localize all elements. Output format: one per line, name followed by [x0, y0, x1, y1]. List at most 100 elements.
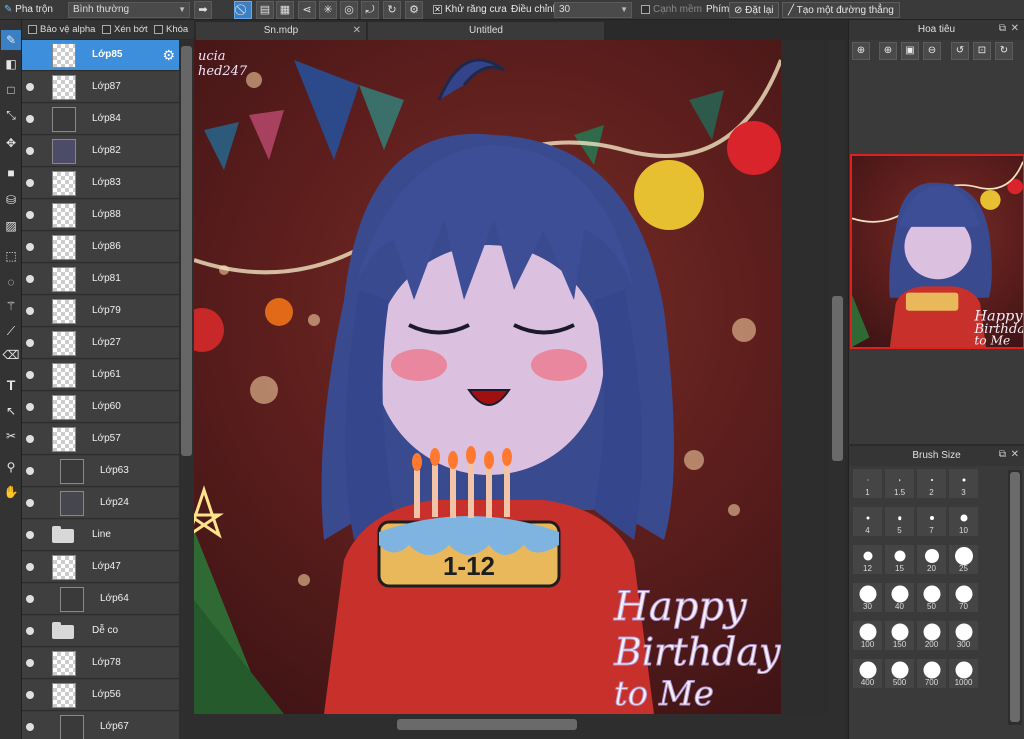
zoom-out-icon[interactable]: ⊖: [923, 42, 941, 60]
concentric-icon[interactable]: ◎: [340, 1, 358, 19]
layer-row[interactable]: Lớp27: [22, 328, 179, 359]
rectangle-tool-icon[interactable]: □: [1, 80, 21, 100]
brush-size-option[interactable]: 10: [948, 506, 979, 537]
rotate-left-icon[interactable]: ↺: [951, 42, 969, 60]
visibility-eye-icon[interactable]: [26, 307, 34, 315]
soft-edge-toggle[interactable]: Cạnh mềm: [641, 2, 702, 18]
brush-size-option[interactable]: 25: [948, 544, 979, 575]
visibility-eye-icon[interactable]: [26, 595, 34, 603]
layer-row[interactable]: Lớp47: [22, 552, 179, 583]
close-icon[interactable]: ✕: [1011, 23, 1019, 34]
zoom-in-icon[interactable]: ⊕: [879, 42, 897, 60]
visibility-eye-icon[interactable]: [26, 339, 34, 347]
layer-row[interactable]: Lớp87: [22, 72, 179, 103]
operation-tool-icon[interactable]: ↖: [1, 401, 21, 421]
brush-size-option[interactable]: 15: [884, 544, 915, 575]
visibility-eye-icon[interactable]: [26, 371, 34, 379]
brush-size-option[interactable]: 1000: [948, 658, 979, 689]
brush-size-option[interactable]: 12: [852, 544, 883, 575]
brush-size-option[interactable]: 200: [916, 620, 947, 651]
select-eraser-tool-icon[interactable]: ⌫: [1, 345, 21, 365]
layer-row[interactable]: Lớp82: [22, 136, 179, 167]
brush-tool-icon[interactable]: ✎: [1, 30, 21, 50]
brush-size-option[interactable]: 20: [916, 544, 947, 575]
lasso-tool-icon[interactable]: ◌: [1, 272, 21, 292]
select-rect-tool-icon[interactable]: ⬚: [1, 246, 21, 266]
visibility-eye-icon[interactable]: [26, 435, 34, 443]
bucket-tool-icon[interactable]: ⛁: [1, 190, 21, 210]
no-stroke-icon[interactable]: ⃠: [234, 1, 252, 19]
brush-size-option[interactable]: 150: [884, 620, 915, 651]
visibility-eye-icon[interactable]: [26, 211, 34, 219]
fill-rect-tool-icon[interactable]: ■: [1, 163, 21, 183]
visibility-eye-icon[interactable]: [26, 531, 34, 539]
clipping-checkbox[interactable]: [102, 24, 111, 34]
layer-scroll-thumb[interactable]: [181, 46, 192, 456]
layer-row[interactable]: Lớp78: [22, 648, 179, 679]
text-tool-icon[interactable]: T: [1, 375, 21, 395]
brush-size-option[interactable]: 50: [916, 582, 947, 613]
brush-size-option[interactable]: 1.5: [884, 468, 915, 499]
popout-icon[interactable]: ⧉: [999, 23, 1006, 34]
layer-row[interactable]: Lớp60: [22, 392, 179, 423]
visibility-eye-icon[interactable]: [26, 723, 34, 731]
close-icon[interactable]: ✕: [353, 22, 361, 40]
layer-row[interactable]: Lớp85 ⚙: [22, 40, 179, 71]
visibility-eye-icon[interactable]: [26, 499, 34, 507]
visibility-eye-icon[interactable]: [26, 275, 34, 283]
layer-row[interactable]: Lớp86: [22, 232, 179, 263]
brush-size-option[interactable]: 400: [852, 658, 883, 689]
clipping-toggle[interactable]: Xén bớt: [102, 24, 148, 35]
protect-alpha-toggle[interactable]: Bảo vệ alpha: [28, 24, 95, 35]
brush-size-option[interactable]: 3: [948, 468, 979, 499]
canvas-horizontal-scroll-thumb[interactable]: [397, 719, 577, 730]
close-icon[interactable]: ✕: [1011, 449, 1019, 460]
layer-row[interactable]: Lớp83: [22, 168, 179, 199]
perspective-icon[interactable]: ⋖: [298, 1, 316, 19]
blend-mode-select[interactable]: Bình thường ▼: [68, 2, 190, 18]
visibility-eye-icon[interactable]: [26, 659, 34, 667]
eraser-tool-icon[interactable]: ◧: [1, 54, 21, 74]
canvas-area[interactable]: 1-12 Happy Birthday to Me ucia hed247: [194, 40, 830, 714]
visibility-eye-icon[interactable]: [26, 467, 34, 475]
select-pen-tool-icon[interactable]: ⟋: [1, 321, 21, 341]
layer-row[interactable]: Lớp84: [22, 104, 179, 135]
gradient-tool-icon[interactable]: ▨: [1, 216, 21, 236]
magic-wand-tool-icon[interactable]: ⚚: [1, 296, 21, 316]
adjust-select[interactable]: 30 ▼: [554, 2, 632, 18]
visibility-eye-icon[interactable]: [26, 179, 34, 187]
visibility-eye-icon[interactable]: [26, 627, 34, 635]
visibility-eye-icon[interactable]: [26, 403, 34, 411]
settings-icon[interactable]: ⚙: [405, 1, 423, 19]
layer-row[interactable]: Lớp63: [22, 456, 179, 487]
reset-button[interactable]: ⊘ Đặt lại: [729, 2, 779, 18]
layer-row[interactable]: Lớp56: [22, 680, 179, 711]
layer-settings-icon[interactable]: ⚙: [162, 47, 175, 64]
grid-icon[interactable]: ▦: [276, 1, 294, 19]
artwork[interactable]: 1-12 Happy Birthday to Me ucia hed247: [194, 40, 781, 714]
brush-size-option[interactable]: 40: [884, 582, 915, 613]
brush-size-option[interactable]: 2: [916, 468, 947, 499]
straight-line-button[interactable]: ╱ Tạo một đường thẳng: [782, 2, 900, 18]
brush-size-option[interactable]: 30: [852, 582, 883, 613]
tab-sn-mdp[interactable]: Sn.mdp ✕: [196, 22, 366, 40]
visibility-eye-icon[interactable]: [26, 243, 34, 251]
divide-tool-icon[interactable]: ✂: [1, 426, 21, 446]
layer-row[interactable]: Lớp61: [22, 360, 179, 391]
brush-size-option[interactable]: 500: [884, 658, 915, 689]
popout-icon[interactable]: ⧉: [999, 449, 1006, 460]
antialias-toggle[interactable]: Khử răng cưa: [433, 2, 507, 18]
radial-icon[interactable]: ✳: [319, 1, 337, 19]
layer-row[interactable]: Lớp24: [22, 488, 179, 519]
brush-size-option[interactable]: 7: [916, 506, 947, 537]
brush-size-option[interactable]: 700: [916, 658, 947, 689]
reset-view-icon[interactable]: ⊡: [973, 42, 991, 60]
brush-size-option[interactable]: 5: [884, 506, 915, 537]
layer-row[interactable]: Lớp88: [22, 200, 179, 231]
visibility-eye-icon[interactable]: [26, 563, 34, 571]
soft-edge-checkbox[interactable]: [641, 4, 650, 14]
brush-scroll-thumb[interactable]: [1010, 472, 1020, 722]
antialias-checkbox[interactable]: [433, 4, 442, 14]
layer-folder[interactable]: Dễ co: [22, 616, 179, 647]
layer-row[interactable]: Lớp67: [22, 712, 179, 739]
